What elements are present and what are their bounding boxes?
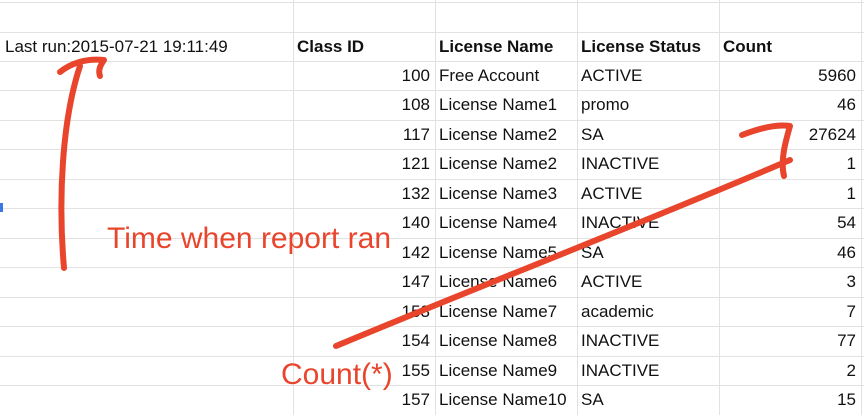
cell-license-name[interactable]: License Name6 [435,267,577,296]
cell-license-status[interactable]: INACTIVE [577,208,719,237]
cell-count[interactable]: 46 [719,90,861,119]
last-run-cell[interactable]: Last run:2015-07-21 19:11:49 [0,32,293,61]
cell-license-status[interactable]: SA [577,385,719,414]
cell-license-status[interactable]: INACTIVE [577,356,719,385]
cell-license-status[interactable]: ACTIVE [577,61,719,90]
header-license-status[interactable]: License Status [577,32,719,61]
cell-license-name[interactable]: License Name8 [435,326,577,355]
cell-count[interactable]: 77 [719,326,861,355]
cell-class-id[interactable]: 147 [293,267,435,296]
cell-license-name[interactable]: License Name1 [435,90,577,119]
cell-license-status[interactable]: ACTIVE [577,267,719,296]
cell-class-id[interactable]: 132 [293,179,435,208]
cell-license-status[interactable]: INACTIVE [577,326,719,355]
cell-count[interactable]: 27624 [719,120,861,149]
header-count[interactable]: Count [719,32,861,61]
cell-license-status[interactable]: SA [577,120,719,149]
cell-count[interactable]: 7 [719,297,861,326]
cell-license-name[interactable]: License Name7 [435,297,577,326]
cell-count[interactable]: 46 [719,238,861,267]
cell-class-id[interactable]: 100 [293,61,435,90]
cell-count[interactable]: 1 [719,179,861,208]
time-annotation-label: Time when report ran [107,222,392,255]
cell-class-id[interactable]: 108 [293,90,435,119]
last-run-label: Last run:2015-07-21 19:11:49 [5,37,228,56]
cell-license-status[interactable]: SA [577,238,719,267]
cell-count[interactable]: 54 [719,208,861,237]
cell-count[interactable]: 2 [719,356,861,385]
cell-class-id[interactable]: 154 [293,326,435,355]
count-annotation-label: Count(*) [281,358,393,391]
header-class-id[interactable]: Class ID [293,32,435,61]
header-license-name[interactable]: License Name [435,32,577,61]
cell-license-name[interactable]: License Name3 [435,179,577,208]
cell-license-name[interactable]: License Name9 [435,356,577,385]
cell-license-status[interactable]: INACTIVE [577,149,719,178]
cell-class-id[interactable]: 121 [293,149,435,178]
cell-license-name[interactable]: Free Account [435,61,577,90]
cell-license-name[interactable]: License Name4 [435,208,577,237]
cell-count[interactable]: 3 [719,267,861,296]
cell-class-id[interactable]: 153 [293,297,435,326]
cell-license-status[interactable]: academic [577,297,719,326]
cell-count[interactable]: 1 [719,149,861,178]
cell-count[interactable]: 5960 [719,61,861,90]
cell-license-status[interactable]: ACTIVE [577,179,719,208]
row-divider [0,2,864,3]
cell-license-name[interactable]: License Name5 [435,238,577,267]
spreadsheet-grid: Last run:2015-07-21 19:11:49 Class ID Li… [0,0,864,415]
cell-license-name[interactable]: License Name2 [435,120,577,149]
cell-license-name[interactable]: License Name10 [435,385,577,414]
cell-count[interactable]: 15 [719,385,861,414]
selection-marker [0,203,3,212]
cell-license-name[interactable]: License Name2 [435,149,577,178]
cell-license-status[interactable]: promo [577,90,719,119]
cell-class-id[interactable]: 117 [293,120,435,149]
